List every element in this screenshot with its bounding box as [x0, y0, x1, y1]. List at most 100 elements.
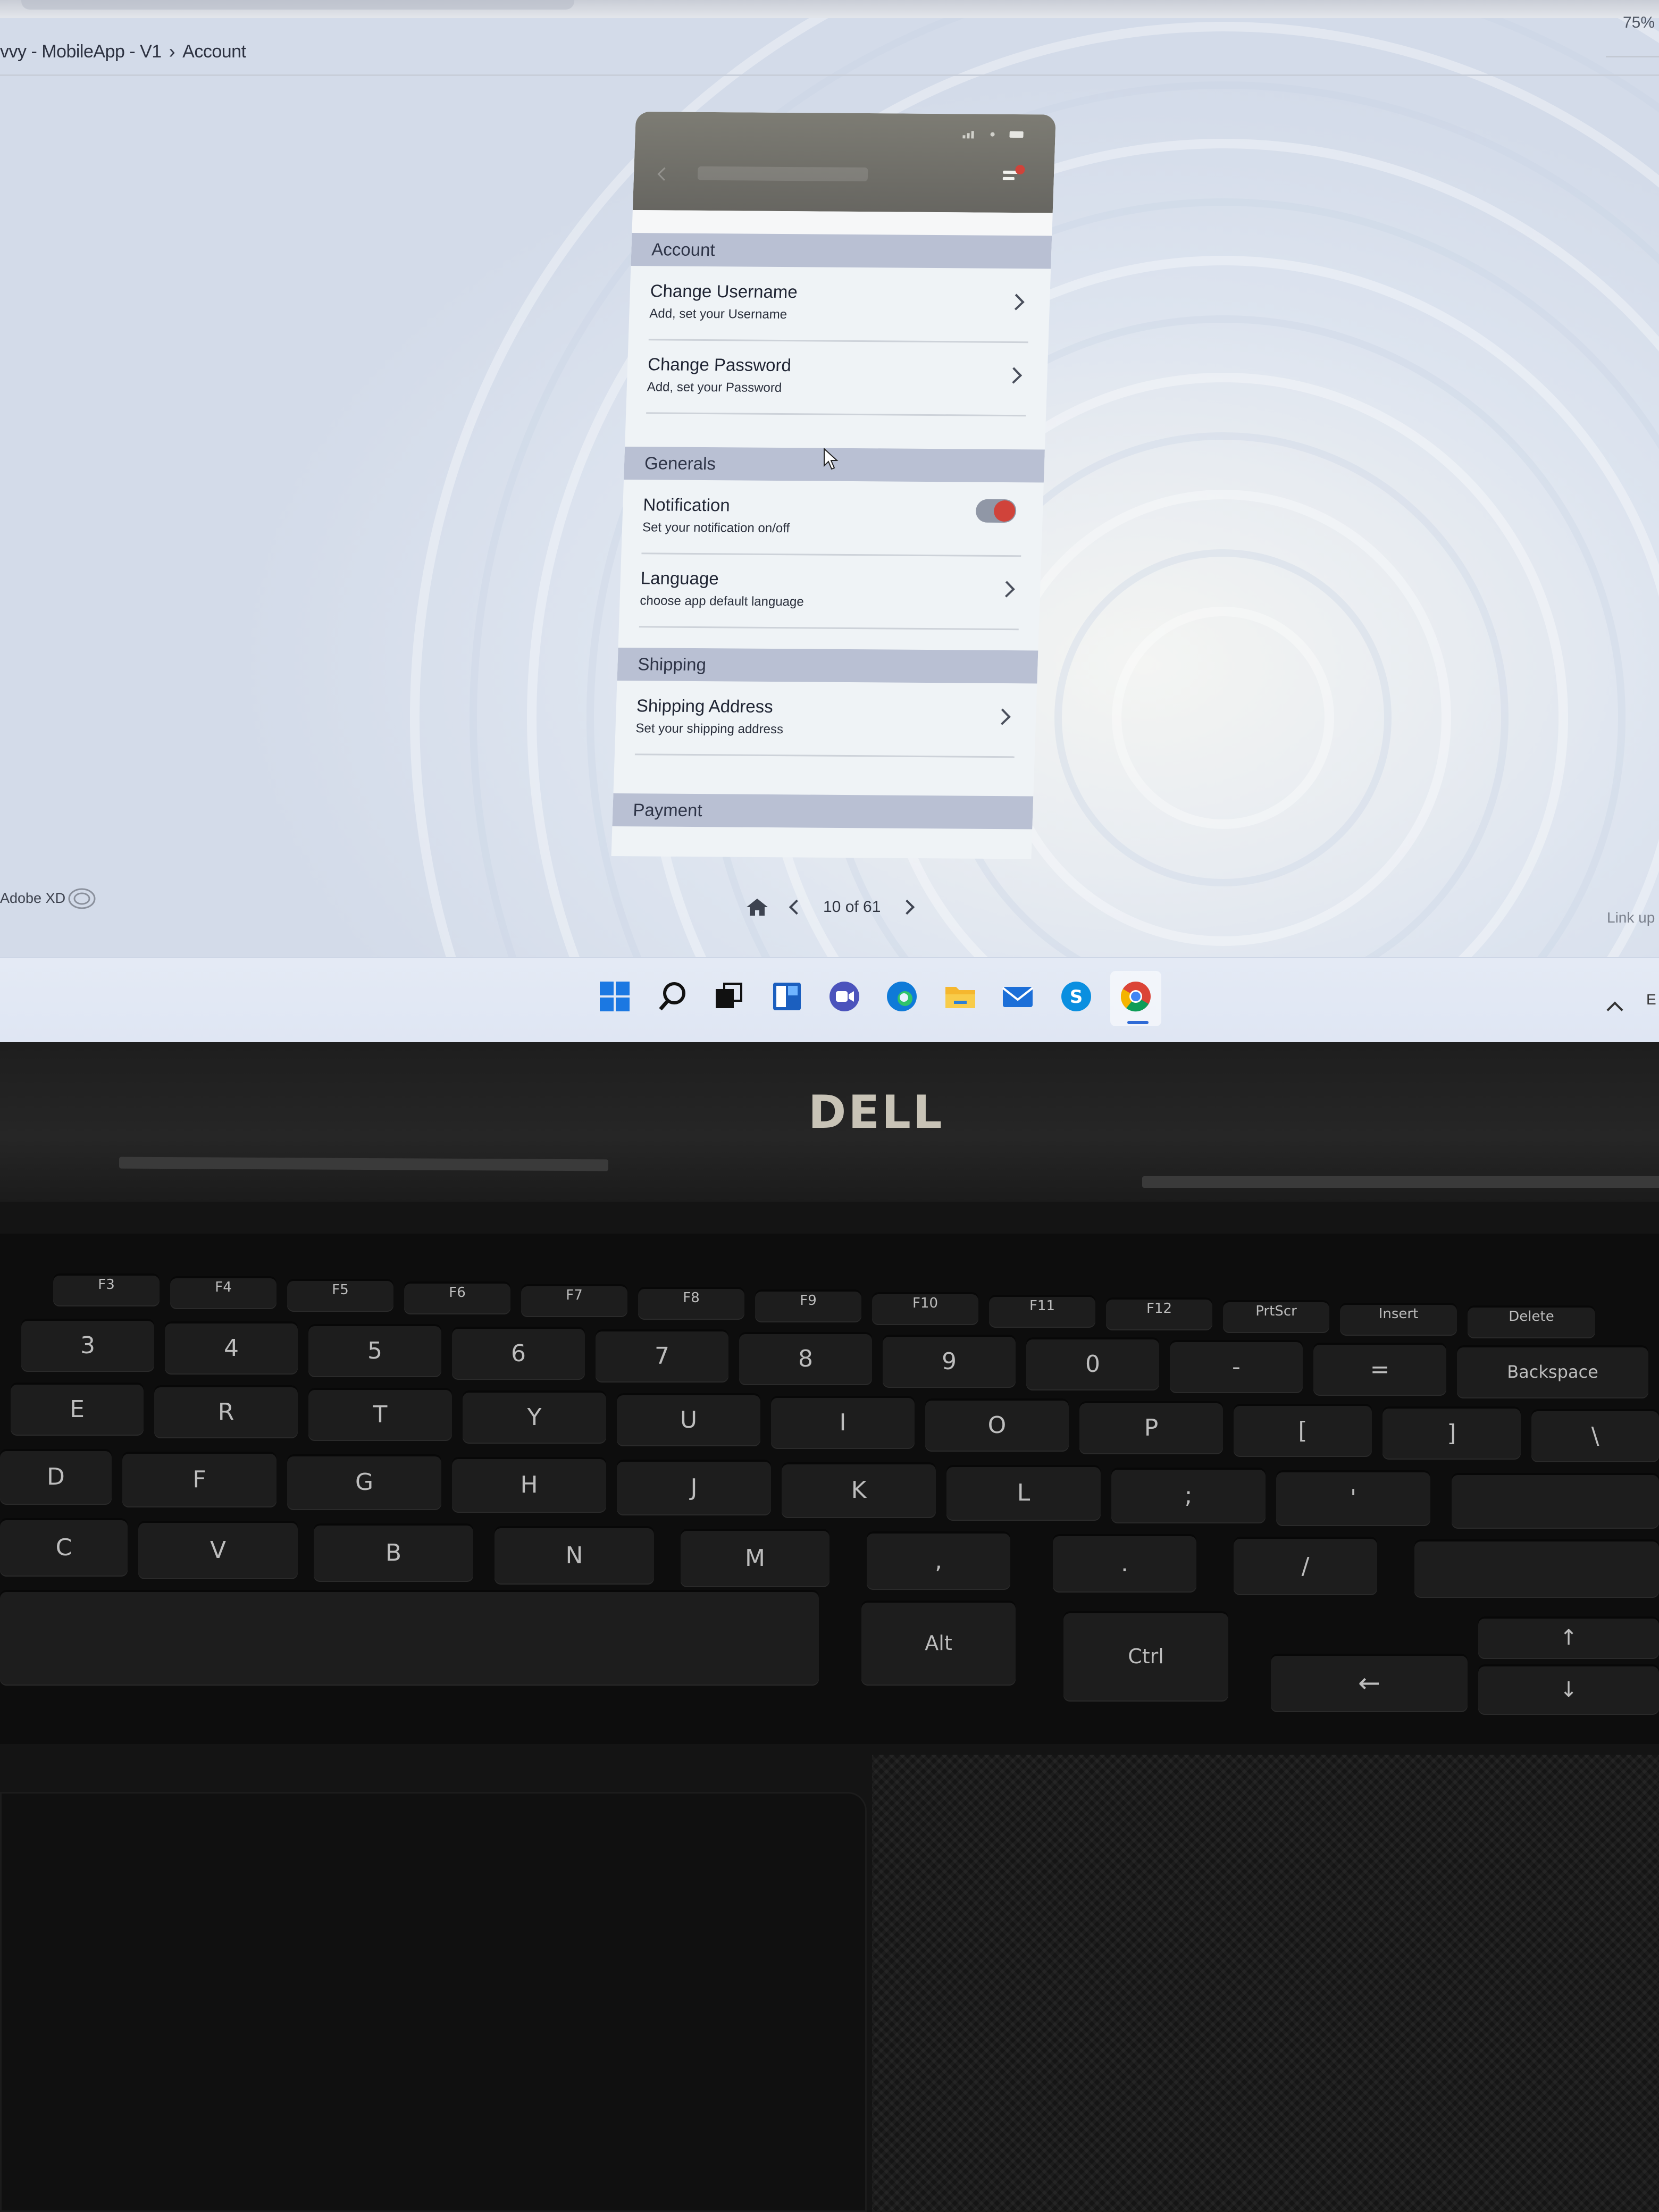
key-m[interactable]: M — [681, 1529, 830, 1587]
back-arrow-icon[interactable] — [657, 167, 671, 181]
key-e[interactable]: E — [11, 1382, 144, 1436]
key-h[interactable]: H — [452, 1457, 606, 1513]
key-slash[interactable]: / — [1234, 1537, 1377, 1595]
row-change-username[interactable]: Change Username Add, set your Username — [629, 267, 1051, 343]
key-alt[interactable]: Alt — [861, 1601, 1016, 1686]
phone-header-bar — [632, 112, 1056, 213]
key-6[interactable]: 6 — [452, 1327, 585, 1380]
key-f11[interactable]: F11 — [989, 1295, 1095, 1328]
mail-icon[interactable] — [1001, 979, 1035, 1013]
next-page-icon[interactable] — [900, 899, 915, 915]
palm-rest-right — [872, 1755, 1659, 2212]
row-divider — [634, 753, 1015, 758]
key-comma[interactable]: , — [867, 1531, 1010, 1590]
key-f10[interactable]: F10 — [872, 1292, 978, 1325]
key-f5[interactable]: F5 — [287, 1279, 393, 1312]
key-4[interactable]: 4 — [165, 1321, 298, 1375]
row-title: Notification — [642, 495, 731, 515]
key-insert[interactable]: Insert — [1340, 1303, 1457, 1336]
search-icon[interactable] — [656, 979, 690, 1013]
key-arrow-up[interactable]: ↑ — [1478, 1616, 1659, 1659]
key-g[interactable]: G — [287, 1454, 441, 1510]
link-up-label[interactable]: Link up — [1607, 909, 1655, 926]
key-f6[interactable]: F6 — [404, 1281, 510, 1314]
notification-toggle[interactable] — [975, 499, 1017, 523]
artboard-pager: 10 of 61 — [744, 896, 915, 918]
key-quote[interactable]: ' — [1276, 1470, 1430, 1526]
row-shipping-address[interactable]: Shipping Address Set your shipping addre… — [615, 682, 1037, 758]
key-backspace[interactable]: Backspace — [1457, 1345, 1648, 1398]
task-view-icon[interactable] — [711, 979, 745, 1013]
key-f[interactable]: F — [122, 1452, 276, 1507]
key-3[interactable]: 3 — [21, 1319, 154, 1372]
zoom-underline — [1606, 56, 1659, 57]
key-bracket-left[interactable]: [ — [1234, 1404, 1372, 1457]
key-o[interactable]: O — [925, 1398, 1069, 1452]
teams-chat-icon[interactable] — [827, 979, 861, 1013]
row-change-password[interactable]: Change Password Add, set your Password — [626, 340, 1048, 417]
adobe-xd-label: Adobe XD — [0, 890, 66, 906]
key-f7[interactable]: F7 — [521, 1284, 627, 1317]
key-f9[interactable]: F9 — [755, 1289, 861, 1322]
chrome-icon[interactable] — [1119, 979, 1153, 1013]
key-y[interactable]: Y — [463, 1390, 606, 1444]
key-f8[interactable]: F8 — [638, 1287, 744, 1320]
chevron-up-icon[interactable] — [1606, 1001, 1623, 1018]
key-b[interactable]: B — [314, 1523, 473, 1582]
key-r[interactable]: R — [154, 1385, 298, 1438]
key-k[interactable]: K — [782, 1462, 936, 1518]
zoom-level[interactable]: 75% — [1623, 14, 1655, 32]
key-period[interactable]: . — [1053, 1534, 1196, 1593]
key-c[interactable]: C — [0, 1518, 128, 1577]
key-enter[interactable] — [1452, 1473, 1659, 1529]
windows-start-icon[interactable] — [598, 979, 632, 1013]
key-delete[interactable]: Delete — [1468, 1305, 1595, 1338]
tray-language[interactable]: E — [1646, 991, 1656, 1008]
browser-tab-edge[interactable] — [21, 0, 574, 10]
page-indicator: 10 of 61 — [823, 898, 881, 916]
key-equals[interactable]: = — [1313, 1343, 1446, 1396]
key-l[interactable]: L — [946, 1465, 1101, 1521]
key-d[interactable]: D — [0, 1449, 112, 1505]
key-semicolon[interactable]: ; — [1111, 1468, 1266, 1523]
key-p[interactable]: P — [1079, 1401, 1223, 1454]
key-space[interactable] — [0, 1590, 819, 1686]
skype-icon[interactable]: S — [1059, 979, 1093, 1013]
key-i[interactable]: I — [771, 1396, 915, 1449]
key-f3[interactable]: F3 — [53, 1273, 160, 1306]
key-j[interactable]: J — [617, 1460, 771, 1515]
key-shift-right[interactable] — [1414, 1539, 1659, 1598]
key-7[interactable]: 7 — [596, 1329, 728, 1382]
key-v[interactable]: V — [138, 1521, 298, 1579]
key-minus[interactable]: - — [1170, 1340, 1303, 1393]
row-language[interactable]: Language choose app default language — [619, 554, 1041, 631]
row-title: Shipping Address — [636, 696, 774, 717]
key-backslash[interactable]: \ — [1531, 1409, 1659, 1462]
phone-artboard: Account Change Username Add, set your Us… — [611, 112, 1056, 859]
widgets-icon[interactable] — [770, 979, 804, 1013]
key-0[interactable]: 0 — [1026, 1337, 1159, 1390]
edge-icon[interactable] — [885, 979, 919, 1013]
previous-page-icon[interactable] — [789, 899, 805, 915]
home-icon[interactable] — [744, 896, 770, 918]
key-prtscr[interactable]: PrtScr — [1223, 1300, 1329, 1333]
file-explorer-icon[interactable] — [943, 979, 977, 1013]
key-f4[interactable]: F4 — [170, 1276, 276, 1309]
key-f12[interactable]: F12 — [1106, 1297, 1212, 1330]
windows-taskbar: S E — [0, 957, 1659, 1042]
breadcrumb-project[interactable]: vvy - MobileApp - V1 — [0, 41, 162, 62]
key-arrow-down[interactable]: ↓ — [1478, 1664, 1659, 1715]
key-5[interactable]: 5 — [308, 1324, 441, 1377]
key-8[interactable]: 8 — [739, 1332, 872, 1385]
touchpad[interactable] — [0, 1792, 867, 2212]
key-n[interactable]: N — [495, 1526, 654, 1585]
key-ctrl[interactable]: Ctrl — [1063, 1611, 1228, 1702]
creative-cloud-icon[interactable] — [67, 887, 97, 910]
filter-icon[interactable] — [1000, 163, 1027, 189]
key-bracket-right[interactable]: ] — [1382, 1406, 1521, 1460]
toggle-knob — [993, 500, 1016, 522]
key-9[interactable]: 9 — [883, 1335, 1016, 1388]
key-t[interactable]: T — [308, 1388, 452, 1441]
key-arrow-left[interactable]: ← — [1271, 1654, 1468, 1712]
key-u[interactable]: U — [617, 1393, 760, 1446]
